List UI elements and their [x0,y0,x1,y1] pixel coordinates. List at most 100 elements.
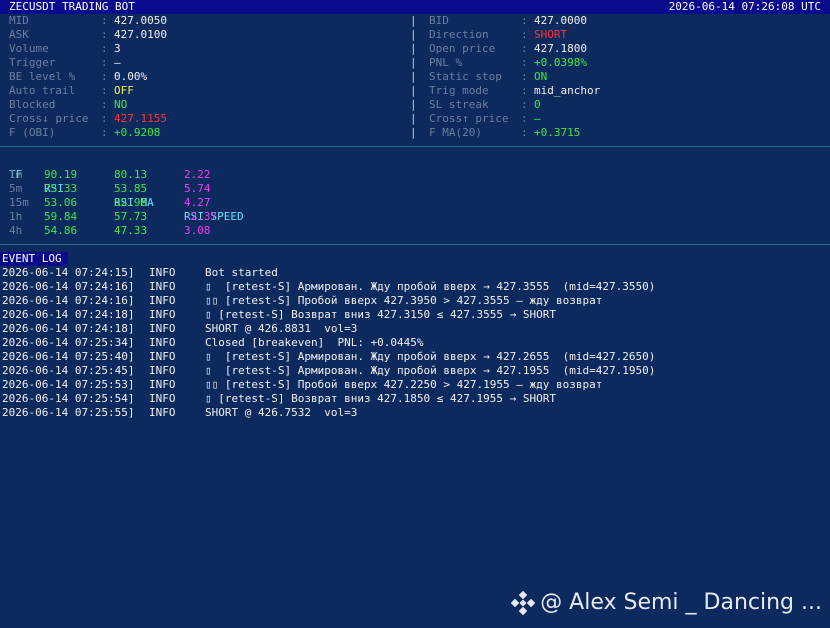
clock-readout: 2026-06-14 07:26:08 UTC [668,0,821,13]
divider-bar: | [410,84,417,97]
log-level: INFO [149,406,176,419]
stat-colon: : [101,126,108,139]
log-message: ▯ [retest-S] Армирован. Жду пробой вверх… [205,350,656,363]
stat-value: — [114,56,121,69]
rsi-ma-value: 53.85 [114,182,148,195]
log-message: Closed [breakeven] PNL: +0.0445% [205,336,424,349]
stat-label: F MA(20) [429,126,482,139]
log-level: INFO [149,294,176,307]
stat-label: PNL % [429,56,463,69]
log-level: INFO [149,308,176,321]
rsi-tf: 15m [9,196,29,209]
log-line: 2026-06-14 07:24:16] INFO ▯▯ [retest-S] Пр… [2,294,822,308]
stat-label: Volume [9,42,49,55]
stat-colon: : [101,98,108,111]
rsi-table-body: 1m 90.19 80.13 2.22 5m 73.33 53.85 5.74 15m 53.06… [9,168,217,238]
separator-line [0,244,830,245]
rsi-tf: 5m [9,182,23,195]
rsi-row: 15m 53.06 52.98 4.27 [9,196,211,210]
stat-label: BE level % [9,70,76,83]
rsi-speed-value: -2.37 [184,210,218,223]
rsi-ma-value: 47.33 [114,224,148,237]
stat-colon: : [521,112,528,125]
rsi-value: 90.19 [44,168,78,181]
log-level: INFO [149,322,176,335]
stat-label: Trigger [9,56,56,69]
stat-label: BID [429,14,449,27]
watermark: @ Alex Semi _ Dancing ... [510,590,822,616]
log-message: ▯ [retest-S] Возврат вниз 427.1850 ≤ 427… [205,392,556,405]
rsi-row: 4h 54.86 47.33 3.08 [9,224,211,238]
log-level: INFO [149,378,176,391]
stat-value: 427.0000 [534,14,587,27]
log-level: INFO [149,350,176,363]
log-message: SHORT @ 426.8831 vol=3 [205,322,358,335]
title-bar: ZECUSDT TRADING BOT 2026-06-14 07:26:08 … [0,0,830,14]
log-line: 2026-06-14 07:24:18] INFO ▯ [retest-S] Воз… [2,308,822,322]
log-message: ▯ [retest-S] Возврат вниз 427.3150 ≤ 427… [205,308,556,321]
watermark-text: @ Alex Semi _ Dancing ... [540,590,822,615]
log-message: Bot started [205,266,278,279]
stat-value: SHORT [534,28,568,41]
log-message: ▯▯ [retest-S] Пробой вверх 427.2250 > 42… [205,378,603,391]
stat-label: Blocked [9,98,56,111]
stat-colon: : [521,98,528,111]
stat-value: 427.1800 [534,42,587,55]
divider-bar: | [410,70,417,83]
rsi-ma-value: 80.13 [114,168,148,181]
log-message: ▯▯ [retest-S] Пробой вверх 427.3950 > 42… [205,294,603,307]
log-message: ▯ [retest-S] Армирован. Жду пробой вверх… [205,364,656,377]
stat-label: SL streak [429,98,489,111]
rsi-tf: 4h [9,224,23,237]
rsi-ma-value: 57.73 [114,210,148,223]
rsi-row: 1h 59.84 57.73 -2.37 [9,210,217,224]
log-line: 2026-06-14 07:24:18] INFO SHORT @ 426.8831… [2,322,822,336]
log-level: INFO [149,266,176,279]
log-line: 2026-06-14 07:25:45] INFO ▯ [retest-S] Арм… [2,364,822,378]
log-timestamp: 2026-06-14 07:25:55] [2,406,135,419]
stat-colon: : [101,112,108,125]
stat-label: Cross↓ price [9,112,89,125]
log-timestamp: 2026-06-14 07:25:54] [2,392,135,405]
divider-bar: | [410,14,417,27]
stat-colon: : [101,42,108,55]
diamond-logo-icon [510,590,536,616]
event-log-title: EVENT LOG [0,252,68,266]
stats-panel: MID:427.0050 ASK:427.0100 Volume:3 Trigger:… [0,14,830,140]
divider-bar: | [410,56,417,69]
stat-label: Auto trail [9,84,76,97]
rsi-value: 53.06 [44,196,78,209]
divider-bar: | [410,98,417,111]
stat-value: — [534,112,541,125]
stat-colon: : [101,28,108,41]
stat-value: ON [534,70,548,83]
rsi-row: 1m 90.19 80.13 2.22 [9,168,211,182]
stat-colon: : [521,28,528,41]
log-level: INFO [149,392,176,405]
divider-bar: | [410,112,417,125]
stat-label: MID [9,14,29,27]
stat-value: 427.0050 [114,14,167,27]
stat-colon: : [101,70,108,83]
log-timestamp: 2026-06-14 07:24:16] [2,280,135,293]
stat-value: 3 [114,42,121,55]
rsi-speed-value: 2.22 [184,168,211,181]
log-timestamp: 2026-06-14 07:24:18] [2,322,135,335]
rsi-ma-value: 52.98 [114,196,148,209]
log-level: INFO [149,364,176,377]
stat-colon: : [521,42,528,55]
stat-colon: : [101,84,108,97]
rsi-table: TF RSI RSI MA RSI SPEED 1m 90.19 80.13 2.22… [9,154,244,238]
log-timestamp: 2026-06-14 07:25:45] [2,364,135,377]
log-line: 2026-06-14 07:24:16] INFO ▯ [retest-S] Арм… [2,280,822,294]
log-timestamp: 2026-06-14 07:25:40] [2,350,135,363]
log-line: 2026-06-14 07:25:40] INFO ▯ [retest-S] Арм… [2,350,822,364]
divider-bar: | [410,28,417,41]
log-line: 2026-06-14 07:25:53] INFO ▯▯ [retest-S] Пр… [2,378,822,392]
stat-colon: : [101,14,108,27]
stat-value: OFF [114,84,134,97]
log-timestamp: 2026-06-14 07:24:18] [2,308,135,321]
rsi-table-header: TF RSI RSI MA RSI SPEED [9,154,244,223]
stat-label: ASK [9,28,29,41]
app-title: ZECUSDT TRADING BOT [9,0,135,13]
